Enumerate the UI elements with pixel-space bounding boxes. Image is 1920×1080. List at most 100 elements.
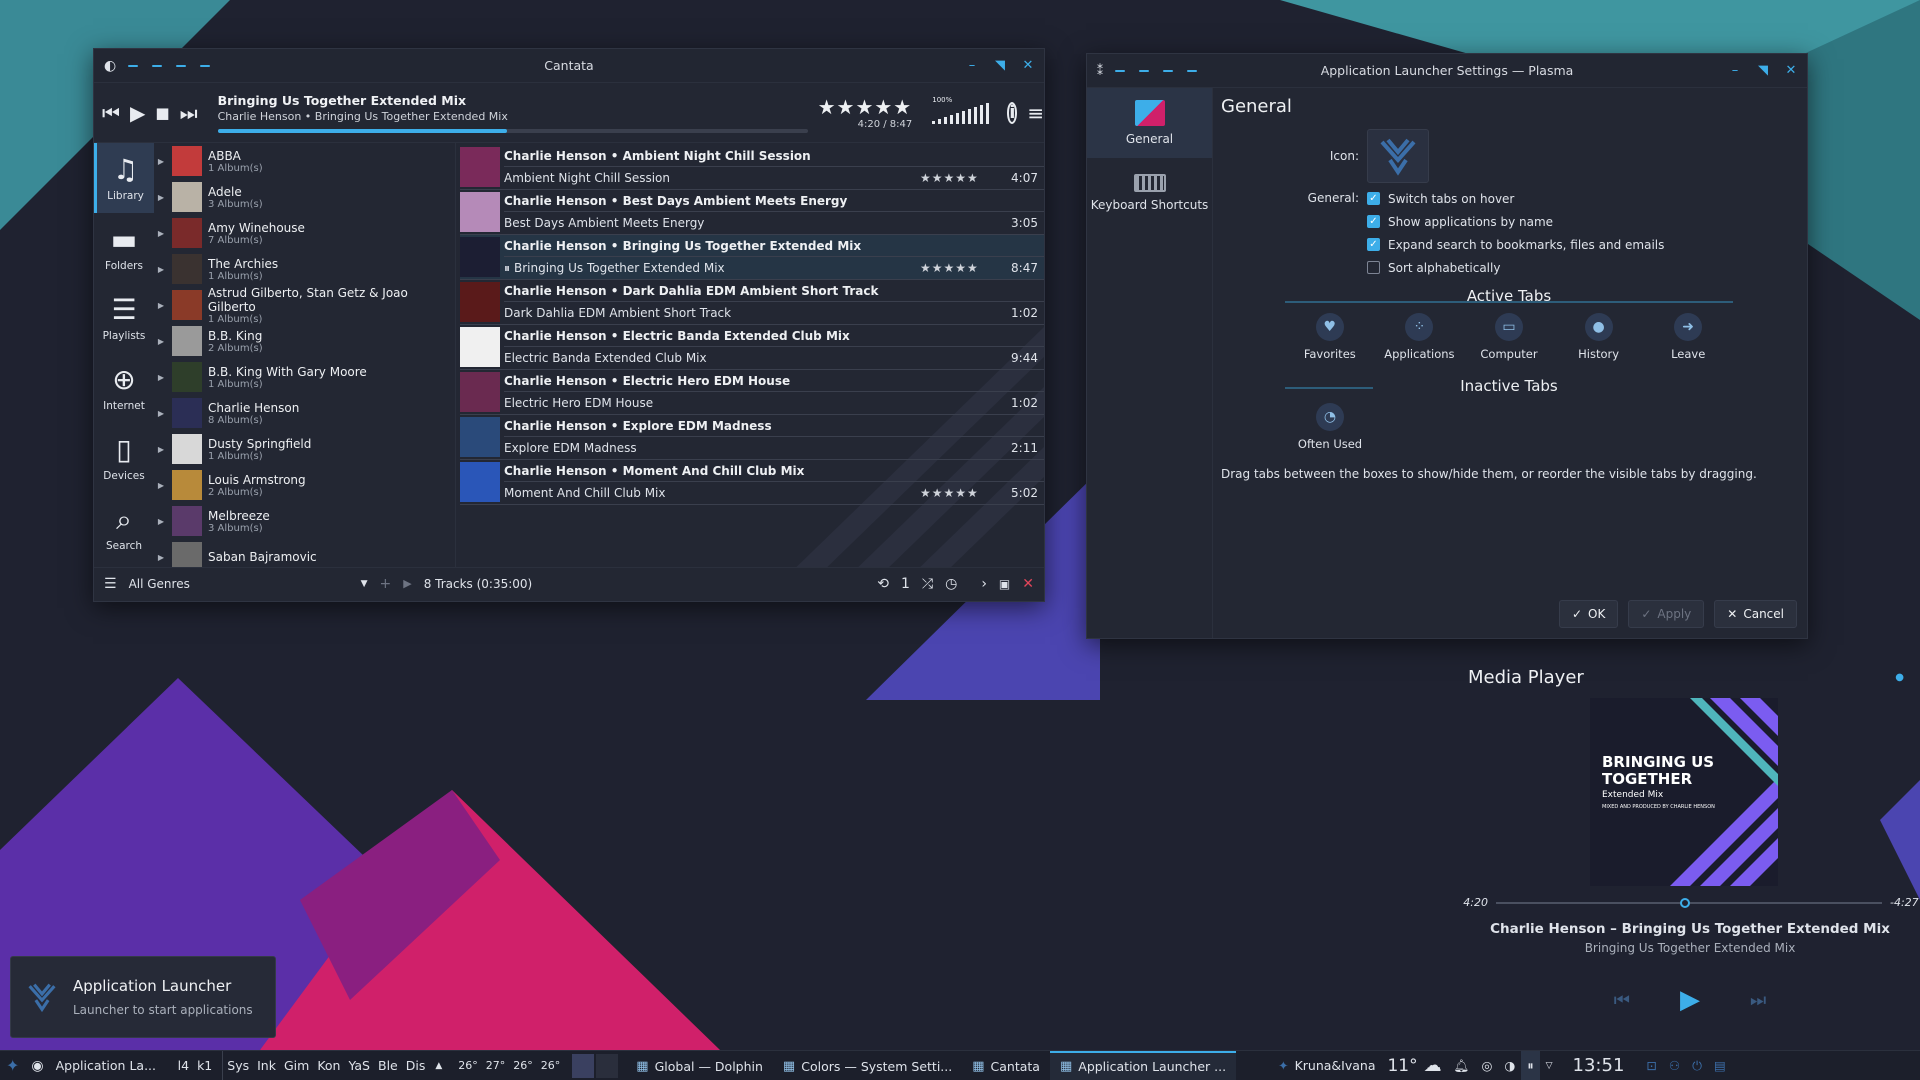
queue-track-row[interactable]: Charlie Henson • Bringing Us Together Ex… [460, 235, 1044, 280]
artist-row[interactable]: ▶ Melbreeze 3 Album(s) [154, 503, 455, 539]
icon-picker-button[interactable] [1367, 129, 1429, 183]
expand-arrow-icon[interactable]: ▶ [156, 301, 166, 310]
track-rating[interactable] [920, 302, 1000, 324]
track-rating[interactable] [920, 347, 1000, 369]
sidebar-item-keyboard-shortcuts[interactable]: Keyboard Shortcuts [1087, 158, 1212, 228]
genre-select[interactable]: All Genres [129, 577, 349, 591]
clock[interactable]: 13:51 [1567, 1051, 1631, 1080]
genre-menu-icon[interactable]: ☰ [104, 576, 117, 592]
option-checkbox[interactable]: Sort alphabetically [1367, 256, 1664, 279]
queue-track-row[interactable]: Charlie Henson • Electric Hero EDM House… [460, 370, 1044, 415]
media-tray-icon[interactable]: ⏸ [1521, 1050, 1540, 1080]
rating-stars[interactable]: ★★★★★ [818, 95, 913, 119]
tab-leave[interactable]: ➜ Leave [1643, 305, 1733, 361]
play-icon[interactable]: ▶ [1680, 985, 1700, 1015]
play-icon[interactable]: ▶ [130, 101, 145, 125]
tray-expand-icon[interactable]: ▲ [429, 1051, 448, 1080]
expand-arrow-icon[interactable]: ▶ [156, 553, 166, 562]
play-queue-icon[interactable]: ▶ [403, 577, 411, 590]
option-checkbox[interactable]: ✓ Show applications by name [1367, 210, 1664, 233]
apply-button[interactable]: ✓ Apply [1628, 600, 1705, 628]
close-icon[interactable]: ✕ [1022, 58, 1034, 73]
tab-history[interactable]: ● History [1554, 305, 1644, 361]
previous-icon[interactable]: ⏮ [1614, 990, 1630, 1011]
expand-arrow-icon[interactable]: ▶ [156, 409, 166, 418]
audio-icon[interactable]: ◑ [1498, 1051, 1521, 1080]
option-checkbox[interactable]: ✓ Expand search to bookmarks, files and e… [1367, 233, 1664, 256]
pinned-app[interactable]: Ink [253, 1051, 280, 1080]
expand-arrow-icon[interactable]: ▶ [156, 481, 166, 490]
queue-track-row[interactable]: Charlie Henson • Electric Banda Extended… [460, 325, 1044, 370]
ok-button[interactable]: ✓ OK [1558, 600, 1619, 628]
taskbar-task[interactable]: ▦ Colors — System Setti... [773, 1051, 962, 1080]
maximize-icon[interactable]: ◥ [994, 58, 1006, 73]
artist-row[interactable]: ▶ Amy Winehouse 7 Album(s) [154, 215, 455, 251]
power-icon[interactable]: ⏻ [1686, 1051, 1708, 1080]
stop-icon[interactable]: ■ [155, 104, 169, 122]
genre-dropdown-icon[interactable]: ▼ [361, 579, 368, 589]
artist-row[interactable]: ▶ Dusty Springfield 1 Album(s) [154, 431, 455, 467]
sidebar-item-search[interactable]: ⌕ Search [94, 493, 154, 563]
close-icon[interactable]: ✕ [1785, 63, 1797, 78]
playback-progress-bar[interactable] [217, 128, 808, 133]
switch-user-icon[interactable]: ⚇ [1663, 1051, 1686, 1080]
minimize-icon[interactable]: – [1729, 63, 1741, 78]
save-icon[interactable]: ▣ [999, 577, 1010, 591]
lock-icon[interactable]: ⊡ [1640, 1051, 1662, 1080]
notifications-icon[interactable]: 🔔︎ [1448, 1051, 1476, 1080]
tray-arrow-icon[interactable]: ▽ [1540, 1051, 1559, 1080]
track-rating[interactable] [920, 437, 1000, 459]
expand-arrow-icon[interactable]: ▶ [156, 445, 166, 454]
active-tabs-list[interactable]: ♥ Favorites ⁘ Applications ▭ Computer ● History… [1285, 305, 1733, 361]
expand-arrow-icon[interactable]: ▶ [156, 193, 166, 202]
quick-item-l4[interactable]: l4 [174, 1051, 193, 1080]
pinned-app[interactable]: Kon [313, 1051, 344, 1080]
artist-row[interactable]: ▶ Astrud Gilberto, Stan Getz & Joao Gilbe… [154, 286, 455, 325]
artist-row[interactable]: ▶ The Archies 1 Album(s) [154, 251, 455, 287]
network-icon[interactable]: ◎ [1476, 1051, 1499, 1080]
artist-row[interactable]: ▶ Louis Armstrong 2 Album(s) [154, 467, 455, 503]
checked-box-icon[interactable]: ✓ [1367, 192, 1380, 205]
tab-often-used[interactable]: ◔ Often Used [1285, 395, 1375, 451]
queue-track-row[interactable]: Charlie Henson • Dark Dahlia EDM Ambient… [460, 280, 1044, 325]
tab-favorites[interactable]: ♥ Favorites [1285, 305, 1375, 361]
cantata-titlebar[interactable]: ◐ Cantata – ◥ ✕ [94, 49, 1044, 83]
queue-track-row[interactable]: Charlie Henson • Best Days Ambient Meets… [460, 190, 1044, 235]
track-rating[interactable] [920, 212, 1000, 234]
repeat-icon[interactable]: ⟲ [877, 576, 889, 592]
pinned-app[interactable]: Dis [402, 1051, 430, 1080]
unchecked-box-icon[interactable] [1367, 261, 1380, 274]
track-rating[interactable]: ★★★★★ [920, 167, 1000, 189]
quick-item-k1[interactable]: k1 [193, 1051, 216, 1080]
next-icon[interactable]: ⏭ [180, 101, 198, 125]
widget-config-icon[interactable]: ● [1895, 672, 1904, 683]
menu-icon[interactable]: ≡ [1027, 101, 1044, 125]
expand-arrow-icon[interactable]: ▶ [156, 337, 166, 346]
taskbar-task[interactable]: ▦ Cantata [962, 1051, 1050, 1080]
sidebar-item-library[interactable]: ♫ Library [94, 143, 154, 213]
cancel-button[interactable]: ✕ Cancel [1714, 600, 1797, 628]
tab-computer[interactable]: ▭ Computer [1464, 305, 1554, 361]
sidebar-item-devices[interactable]: ▯ Devices [94, 423, 154, 493]
queue-track-row[interactable]: Charlie Henson • Ambient Night Chill Ses… [460, 145, 1044, 190]
clear-icon[interactable]: ✕ [1022, 576, 1034, 592]
temperature-sensor[interactable]: 26° [537, 1051, 565, 1080]
temperature-sensor[interactable]: 26° [509, 1051, 537, 1080]
expand-arrow-icon[interactable]: ▶ [156, 517, 166, 526]
artist-row[interactable]: ▶ B.B. King With Gary Moore 1 Album(s) [154, 359, 455, 395]
activity-button[interactable]: ◉ [25, 1051, 49, 1080]
add-icon[interactable]: + [379, 576, 391, 592]
seek-slider[interactable] [1496, 897, 1882, 908]
checked-box-icon[interactable]: ✓ [1367, 238, 1380, 251]
launcher-task[interactable]: Application La... [50, 1051, 174, 1080]
queue-track-row[interactable]: Charlie Henson • Moment And Chill Club M… [460, 460, 1044, 505]
pinned-app[interactable]: YaS [344, 1051, 374, 1080]
pager[interactable] [572, 1053, 619, 1078]
artist-row[interactable]: ▶ Saban Bajramovic [154, 539, 455, 567]
inactive-tabs-list[interactable]: ◔ Often Used [1285, 395, 1733, 451]
artist-row[interactable]: ▶ Charlie Henson 8 Album(s) [154, 395, 455, 431]
track-rating[interactable] [920, 392, 1000, 414]
tab-applications[interactable]: ⁘ Applications [1375, 305, 1465, 361]
pinned-app[interactable]: Ble [374, 1051, 402, 1080]
forward-icon[interactable]: › [981, 576, 987, 592]
